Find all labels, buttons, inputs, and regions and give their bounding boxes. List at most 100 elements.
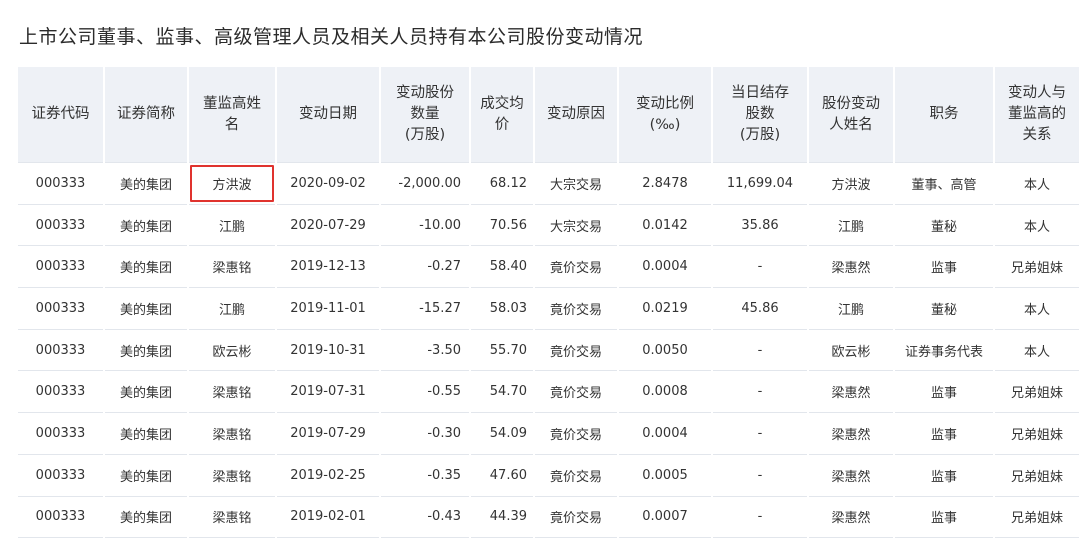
col-security-name-header: 证券简称 — [104, 67, 189, 163]
col-position-cell: 监事 — [894, 412, 995, 455]
col-change-ratio-cell: 0.0219 — [618, 287, 713, 330]
col-closing-shares-cell: 11,699.04 — [712, 162, 809, 205]
col-change-shares-header: 变动股份 数量 (万股) — [380, 67, 471, 163]
col-security-name-cell: 美的集团 — [104, 329, 189, 372]
col-security-name-cell: 美的集团 — [104, 204, 189, 247]
col-relationship-cell: 兄弟姐妹 — [994, 454, 1080, 497]
col-avg-price-cell: 44.39 — [470, 496, 535, 538]
col-avg-price-cell: 54.09 — [470, 412, 535, 455]
col-security-code-cell: 000333 — [18, 412, 105, 455]
col-director-name-cell: 梁惠铭 — [188, 496, 277, 538]
col-closing-shares-header: 当日结存 股数 (万股) — [712, 67, 809, 163]
col-closing-shares-cell: - — [712, 412, 809, 455]
table-row: 000333 美的集团 江鹏 2020-07-29 -10.00 70.56 大宗交易 0.0… — [18, 204, 1080, 247]
page-title: 上市公司董事、监事、高级管理人员及相关人员持有本公司股份变动情况 — [19, 26, 644, 48]
col-change-date-cell: 2019-02-25 — [276, 454, 381, 497]
table-row: 000333 美的集团 梁惠铭 2019-02-25 -0.35 47.60 竟价交易 0.0… — [18, 454, 1080, 497]
col-change-shares-cell: -3.50 — [380, 329, 471, 372]
col-director-name-header: 董监高姓 名 — [188, 67, 277, 163]
col-relationship-cell: 兄弟姐妹 — [994, 370, 1080, 414]
col-change-shares-cell: -10.00 — [380, 204, 471, 247]
col-changer-name-cell: 梁惠然 — [808, 454, 895, 497]
col-security-name-cell: 美的集团 — [104, 245, 189, 289]
col-avg-price-cell: 68.12 — [470, 162, 535, 205]
col-change-ratio-cell: 0.0008 — [618, 370, 713, 414]
col-closing-shares-cell: 45.86 — [712, 287, 809, 330]
col-security-code-cell: 000333 — [18, 162, 105, 205]
col-change-shares-cell: -0.30 — [380, 412, 471, 455]
col-change-date-cell: 2019-02-01 — [276, 496, 381, 538]
col-relationship-cell: 本人 — [994, 329, 1080, 372]
col-director-name-cell: 江鹏 — [188, 287, 277, 330]
table-row: 000333 美的集团 梁惠铭 2019-02-01 -0.43 44.39 竟价交易 0.0… — [18, 496, 1080, 538]
col-changer-name-cell: 梁惠然 — [808, 370, 895, 414]
col-avg-price-header: 成交均 价 — [470, 67, 535, 163]
col-change-date-cell: 2020-07-29 — [276, 204, 381, 247]
col-security-code-cell: 000333 — [18, 287, 105, 330]
col-relationship-cell: 本人 — [994, 204, 1080, 247]
col-avg-price-cell: 58.40 — [470, 245, 535, 289]
col-position-cell: 监事 — [894, 454, 995, 497]
col-position-header: 职务 — [894, 67, 995, 163]
col-closing-shares-cell: - — [712, 245, 809, 289]
col-security-name-cell: 美的集团 — [104, 412, 189, 455]
col-change-date-cell: 2019-12-13 — [276, 245, 381, 289]
col-director-name-cell: 江鹏 — [188, 204, 277, 247]
col-position-cell: 证券事务代表 — [894, 329, 995, 372]
col-position-cell: 董事、高管 — [894, 162, 995, 205]
col-change-ratio-header: 变动比例 (‰) — [618, 67, 713, 163]
col-change-reason-cell: 竟价交易 — [534, 287, 619, 330]
col-change-reason-cell: 竟价交易 — [534, 454, 619, 497]
col-relationship-cell: 兄弟姐妹 — [994, 245, 1080, 289]
col-security-name-cell: 美的集团 — [104, 496, 189, 538]
col-security-name-cell: 美的集团 — [104, 287, 189, 330]
col-change-ratio-cell: 0.0004 — [618, 245, 713, 289]
col-relationship-cell: 兄弟姐妹 — [994, 496, 1080, 538]
col-security-code-cell: 000333 — [18, 496, 105, 538]
highlighted-name-cell: 方洪波 — [188, 162, 277, 205]
col-relationship-cell: 本人 — [994, 162, 1080, 205]
col-change-ratio-cell: 0.0050 — [618, 329, 713, 372]
col-avg-price-cell: 55.70 — [470, 329, 535, 372]
col-closing-shares-cell: - — [712, 329, 809, 372]
col-change-reason-cell: 竟价交易 — [534, 329, 619, 372]
table-row: 000333 美的集团 欧云彬 2019-10-31 -3.50 55.70 竟价交易 0.0… — [18, 329, 1080, 372]
col-avg-price-cell: 70.56 — [470, 204, 535, 247]
table-row: 000333 美的集团 梁惠铭 2019-07-31 -0.55 54.70 竟价交易 0.0… — [18, 370, 1080, 414]
col-change-reason-header: 变动原因 — [534, 67, 619, 163]
col-director-name-cell: 梁惠铭 — [188, 454, 277, 497]
col-closing-shares-cell: - — [712, 454, 809, 497]
col-avg-price-cell: 54.70 — [470, 370, 535, 414]
table-body: 000333 美的集团 方洪波 2020-09-02 -2,000.00 68.12 大宗交… — [18, 162, 1080, 538]
col-change-reason-cell: 竟价交易 — [534, 370, 619, 414]
col-change-date-cell: 2019-07-31 — [276, 370, 381, 414]
col-changer-name-cell: 梁惠然 — [808, 496, 895, 538]
col-relationship-cell: 本人 — [994, 287, 1080, 330]
table-row: 000333 美的集团 梁惠铭 2019-07-29 -0.30 54.09 竟价交易 0.0… — [18, 412, 1080, 455]
col-changer-name-cell: 梁惠然 — [808, 245, 895, 289]
col-security-code-cell: 000333 — [18, 454, 105, 497]
table-row: 000333 美的集团 江鹏 2019-11-01 -15.27 58.03 竟价交易 0.0… — [18, 287, 1080, 330]
col-change-date-cell: 2020-09-02 — [276, 162, 381, 205]
col-change-shares-cell: -2,000.00 — [380, 162, 471, 205]
col-changer-name-cell: 梁惠然 — [808, 412, 895, 455]
col-position-cell: 监事 — [894, 245, 995, 289]
col-closing-shares-cell: - — [712, 370, 809, 414]
col-changer-name-header: 股份变动 人姓名 — [808, 67, 895, 163]
col-position-cell: 监事 — [894, 370, 995, 414]
col-change-reason-cell: 大宗交易 — [534, 204, 619, 247]
col-security-name-cell: 美的集团 — [104, 370, 189, 414]
col-position-cell: 董秘 — [894, 204, 995, 247]
col-security-code-cell: 000333 — [18, 370, 105, 414]
col-relationship-header: 变动人与 董监高的 关系 — [994, 67, 1080, 163]
table-header-row: 证券代码 证券简称 董监高姓 名变动日期 变动股份 数量 (万股) 成交均 价变动原因变… — [18, 67, 1080, 163]
col-change-shares-cell: -0.27 — [380, 245, 471, 289]
col-changer-name-cell: 欧云彬 — [808, 329, 895, 372]
col-change-date-header: 变动日期 — [276, 67, 381, 163]
col-position-cell: 监事 — [894, 496, 995, 538]
col-change-date-cell: 2019-07-29 — [276, 412, 381, 455]
col-change-reason-cell: 竟价交易 — [534, 412, 619, 455]
col-changer-name-cell: 方洪波 — [808, 162, 895, 205]
col-change-date-cell: 2019-10-31 — [276, 329, 381, 372]
col-closing-shares-cell: 35.86 — [712, 204, 809, 247]
